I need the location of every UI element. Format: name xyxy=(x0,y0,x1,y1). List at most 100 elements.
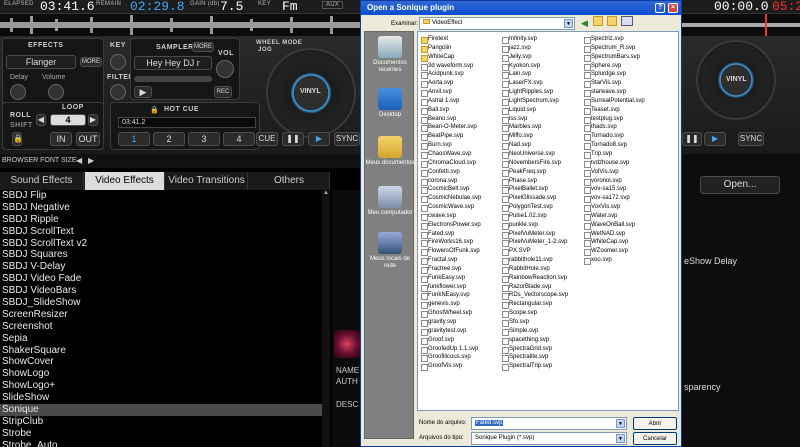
file-item[interactable]: SpectralTrip.svp xyxy=(502,362,580,372)
file-item[interactable]: FunkNEasy.svp xyxy=(421,291,499,301)
file-item[interactable]: SpectraGrid.svp xyxy=(502,345,580,354)
file-item[interactable]: Fated.svp xyxy=(421,230,499,239)
file-item[interactable]: Infinity.svp xyxy=(502,35,580,44)
file-item[interactable]: PolygonTest.svp xyxy=(502,203,580,212)
plugin-list-item[interactable]: SBDJ VideoBars xyxy=(0,285,322,297)
filetype-dropdown-icon[interactable]: ▼ xyxy=(616,434,625,443)
sampler-play-button[interactable]: ▶ xyxy=(134,86,152,98)
file-item[interactable]: BeatPipe.svp xyxy=(421,132,499,142)
file-item[interactable]: Spectralite.svp xyxy=(502,353,580,363)
file-item[interactable]: corona.svp xyxy=(421,177,499,186)
tab-sound-effects[interactable]: Sound Effects xyxy=(0,172,84,190)
sync-button[interactable]: SYNC xyxy=(334,132,360,146)
file-item[interactable]: VoxVis.svp xyxy=(584,203,674,212)
file-item[interactable]: PX.SVP xyxy=(502,247,580,257)
file-item[interactable]: ElectronsPower.svp xyxy=(421,221,499,230)
volume-knob[interactable] xyxy=(48,84,64,100)
font-larger-icon[interactable]: ▶ xyxy=(88,156,94,165)
file-item[interactable]: LaserFX.svp xyxy=(502,79,580,89)
right-play-button[interactable]: ▶ xyxy=(704,132,726,146)
file-item[interactable]: FunkEasy.svp xyxy=(421,274,499,283)
file-item[interactable]: PixelVuMeter_1-2.svp xyxy=(502,238,580,248)
key-knob[interactable] xyxy=(110,54,126,70)
folder-item[interactable]: WhiteCap xyxy=(421,53,499,62)
file-item[interactable]: Beano.svp xyxy=(421,115,499,124)
file-item[interactable]: Bean-O-Meter.svp xyxy=(421,123,499,133)
plugin-list-item[interactable]: ShakerSquare xyxy=(0,345,322,357)
hot-cue-1-button[interactable]: 1 xyxy=(118,132,150,146)
file-item[interactable]: Jelly.svp xyxy=(502,53,580,62)
hot-cue-4-button[interactable]: 4 xyxy=(223,132,255,146)
file-item[interactable]: Anvil.svp xyxy=(421,88,499,97)
plugin-list-item[interactable]: SBDJ Video Fade xyxy=(0,273,322,285)
new-folder-icon[interactable] xyxy=(607,16,617,26)
tab-others[interactable]: Others xyxy=(249,172,330,190)
plugin-list-item[interactable]: Strobe xyxy=(0,428,322,440)
help-icon[interactable]: ? xyxy=(655,3,665,13)
file-item[interactable]: PeakFreq.svp xyxy=(502,168,580,177)
file-item[interactable]: RainbowReaction.svp xyxy=(502,274,580,283)
file-item[interactable]: PixelGlissade.svp xyxy=(502,194,580,204)
file-item[interactable]: FireWorks16.svp xyxy=(421,238,499,248)
file-item[interactable]: GroofedUp 1.1.svp xyxy=(421,345,499,354)
file-item[interactable]: WZoomer.svp xyxy=(584,247,674,257)
effect-select[interactable]: Flanger xyxy=(6,55,76,69)
file-item[interactable]: Acidpunk.svp xyxy=(421,70,499,80)
tab-video-transitions[interactable]: Video Transitions xyxy=(166,172,248,190)
file-item[interactable]: voronoi.svp xyxy=(584,177,674,186)
file-item[interactable]: PixelBallet.svp xyxy=(502,185,580,195)
file-item[interactable]: genevis.svp xyxy=(421,300,499,310)
file-item[interactable]: NeoUniverse.svp xyxy=(502,150,580,159)
scroll-up-icon[interactable]: ▲ xyxy=(323,190,329,196)
file-item[interactable]: NovembersFire.svp xyxy=(502,159,580,168)
file-item[interactable]: RabbitHole.svp xyxy=(502,265,580,274)
file-item[interactable]: Aorta.svp xyxy=(421,79,499,89)
file-item[interactable]: VolVis.svp xyxy=(584,168,674,177)
loop-increase-button[interactable]: ▶ xyxy=(88,114,98,126)
place-recent[interactable]: Documentos recentes xyxy=(365,36,415,74)
loop-length-value[interactable]: 4 xyxy=(50,114,86,126)
file-item[interactable]: GroofVis.svp xyxy=(421,362,499,372)
file-item[interactable]: Ball.svp xyxy=(421,106,499,115)
filter-knob[interactable] xyxy=(110,84,126,100)
plugin-list-item[interactable]: ScreenResizer xyxy=(0,309,322,321)
plugin-list-item[interactable]: SBDJ Flip xyxy=(0,190,322,202)
file-item[interactable]: starwave.svp xyxy=(584,88,674,97)
file-item[interactable]: Sfo.svp xyxy=(502,318,580,327)
file-item[interactable]: SurrealPotential.svp xyxy=(584,97,674,106)
file-item[interactable]: Sphere.svp xyxy=(584,62,674,71)
file-item[interactable]: WetNAD.svp xyxy=(584,230,674,239)
file-item[interactable]: rabbithole11.svp xyxy=(502,256,580,265)
right-pause-button[interactable]: ❚❚ xyxy=(682,132,702,146)
delay-knob[interactable] xyxy=(10,84,26,100)
file-item[interactable]: thads.svp xyxy=(584,123,674,133)
file-item[interactable]: Fractree.svp xyxy=(421,265,499,274)
filetype-select[interactable]: Sonique Plugin (*.svp) ▼ xyxy=(471,432,627,445)
file-item[interactable]: RDs_Vectorscope.svp xyxy=(502,291,580,301)
back-icon[interactable]: ◀ xyxy=(581,18,588,29)
open-plugin-button[interactable]: Open... xyxy=(700,176,780,194)
file-item[interactable]: Rectangular.svp xyxy=(502,300,580,310)
sampler-more-button[interactable]: MORE xyxy=(192,42,214,52)
sampler-rec-button[interactable]: REC xyxy=(214,86,232,98)
plugin-list-item[interactable]: ShowLogo+ xyxy=(0,380,322,392)
effects-more-button[interactable]: MORE xyxy=(80,57,102,67)
place-my-computer[interactable]: Meu computador xyxy=(365,186,415,217)
file-item[interactable]: gravity.svp xyxy=(421,318,499,327)
file-item[interactable]: tvdzhouse.svp xyxy=(584,159,674,168)
place-my-documents[interactable]: Meus documentos xyxy=(365,136,415,167)
sampler-slider[interactable] xyxy=(134,76,212,82)
file-item[interactable]: WhiteCap.svp xyxy=(584,238,674,248)
file-item[interactable]: WaveOnBall.svp xyxy=(584,221,674,230)
file-item[interactable]: vov-sa15.svp xyxy=(584,185,674,195)
chevron-down-icon[interactable]: ▼ xyxy=(564,19,573,28)
plugin-list-item[interactable]: SBDJ V-Delay xyxy=(0,261,322,273)
file-item[interactable]: CosmicWave.svp xyxy=(421,203,499,212)
file-item[interactable]: Tornado.svp xyxy=(584,132,674,142)
file-item[interactable]: Groof.svp xyxy=(421,336,499,345)
file-item[interactable]: Spectriz.svp xyxy=(584,35,674,44)
sampler-select[interactable]: Hey Hey DJ r xyxy=(134,56,212,70)
folder-item[interactable]: Firetext xyxy=(421,35,499,44)
play-button[interactable]: ▶ xyxy=(308,132,330,146)
file-item[interactable]: Liquid.svp xyxy=(502,106,580,115)
